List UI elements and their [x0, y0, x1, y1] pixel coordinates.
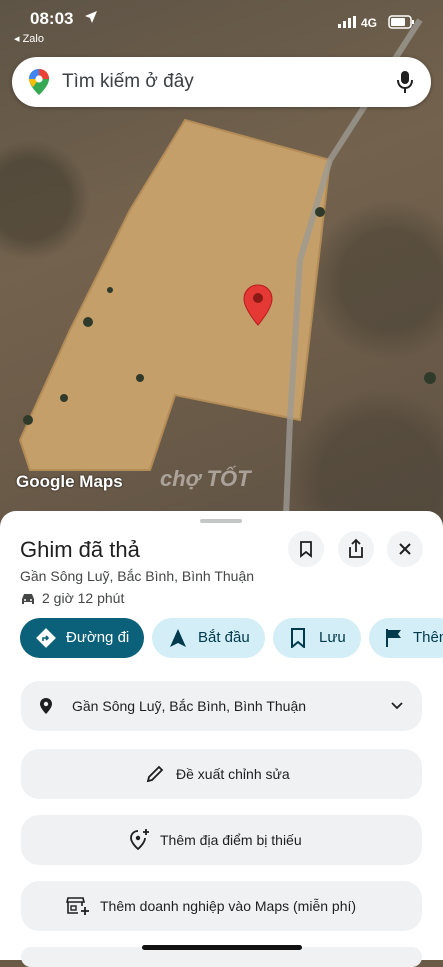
pencil-icon	[146, 765, 164, 783]
save-label: Lưu	[319, 629, 346, 646]
close-button[interactable]	[387, 531, 423, 567]
save-button[interactable]: Lưu	[273, 618, 361, 658]
chevron-down-icon	[391, 702, 403, 710]
map-attribution: Google Maps	[16, 472, 123, 491]
map-view[interactable]: 08:03 4G ◂ Zalo Tìm kiếm ở đây Google Ma…	[0, 0, 443, 540]
directions-icon	[36, 628, 56, 648]
start-button[interactable]: Bắt đầu	[152, 618, 265, 658]
drive-time-label: 2 giờ 12 phút	[42, 590, 125, 606]
suggest-edit-label: Đề xuất chỉnh sửa	[176, 766, 290, 782]
add-location-icon	[130, 829, 149, 850]
add-business-label: Thêm doanh nghiệp vào Maps (miễn phí)	[100, 898, 357, 914]
location-arrow-icon	[84, 10, 98, 24]
next-row-peek	[21, 947, 422, 967]
status-time: 08:03	[30, 9, 74, 28]
close-icon	[399, 543, 411, 555]
signal-icon	[338, 16, 358, 28]
search-input[interactable]: Tìm kiếm ở đây	[62, 71, 194, 93]
address-row[interactable]: Gần Sông Luỹ, Bắc Bình, Bình Thuận	[21, 681, 422, 731]
add-label-label: Thêm	[413, 629, 443, 646]
battery-icon	[388, 15, 416, 29]
place-title: Ghim đã thả	[20, 537, 140, 562]
search-bar[interactable]: Tìm kiếm ở đây	[12, 57, 431, 107]
suggest-edit-button[interactable]: Đề xuất chỉnh sửa	[21, 749, 422, 799]
add-missing-place-label: Thêm địa điểm bị thiếu	[160, 832, 302, 848]
share-icon	[349, 538, 363, 558]
network-label: 4G	[361, 16, 378, 30]
flag-icon	[386, 629, 401, 647]
car-icon	[22, 594, 34, 604]
add-label-button[interactable]: Thêm	[369, 618, 443, 658]
watermark: chợ TỐT	[160, 466, 251, 491]
bookmark-button[interactable]	[288, 531, 324, 567]
address-row-label: Gần Sông Luỹ, Bắc Bình, Bình Thuận	[72, 698, 307, 714]
place-address: Gần Sông Luỹ, Bắc Bình, Bình Thuận	[20, 568, 255, 584]
dropped-pin-icon[interactable]	[243, 284, 273, 326]
microphone-icon[interactable]	[396, 70, 414, 94]
add-business-icon	[66, 897, 89, 915]
add-missing-place-button[interactable]: Thêm địa điểm bị thiếu	[21, 815, 422, 865]
directions-button[interactable]: Đường đi	[20, 618, 144, 658]
add-business-button[interactable]: Thêm doanh nghiệp vào Maps (miễn phí)	[21, 881, 422, 931]
start-label: Bắt đầu	[198, 629, 250, 646]
share-button[interactable]	[338, 531, 374, 567]
directions-label: Đường đi	[66, 629, 130, 646]
bookmark-icon	[300, 541, 312, 558]
back-to-app-link[interactable]: ◂ Zalo	[14, 32, 44, 45]
sheet-drag-handle[interactable]	[200, 519, 242, 523]
place-sheet: Ghim đã thả Gần Sông Luỹ, Bắc Bình, Bình…	[0, 511, 443, 967]
status-bar: 08:03 4G	[0, 0, 443, 34]
bookmark-icon	[291, 628, 305, 648]
navigation-arrow-icon	[170, 629, 186, 647]
location-pin-icon	[40, 698, 52, 714]
home-indicator[interactable]	[142, 945, 302, 950]
google-maps-logo-icon	[28, 68, 50, 96]
